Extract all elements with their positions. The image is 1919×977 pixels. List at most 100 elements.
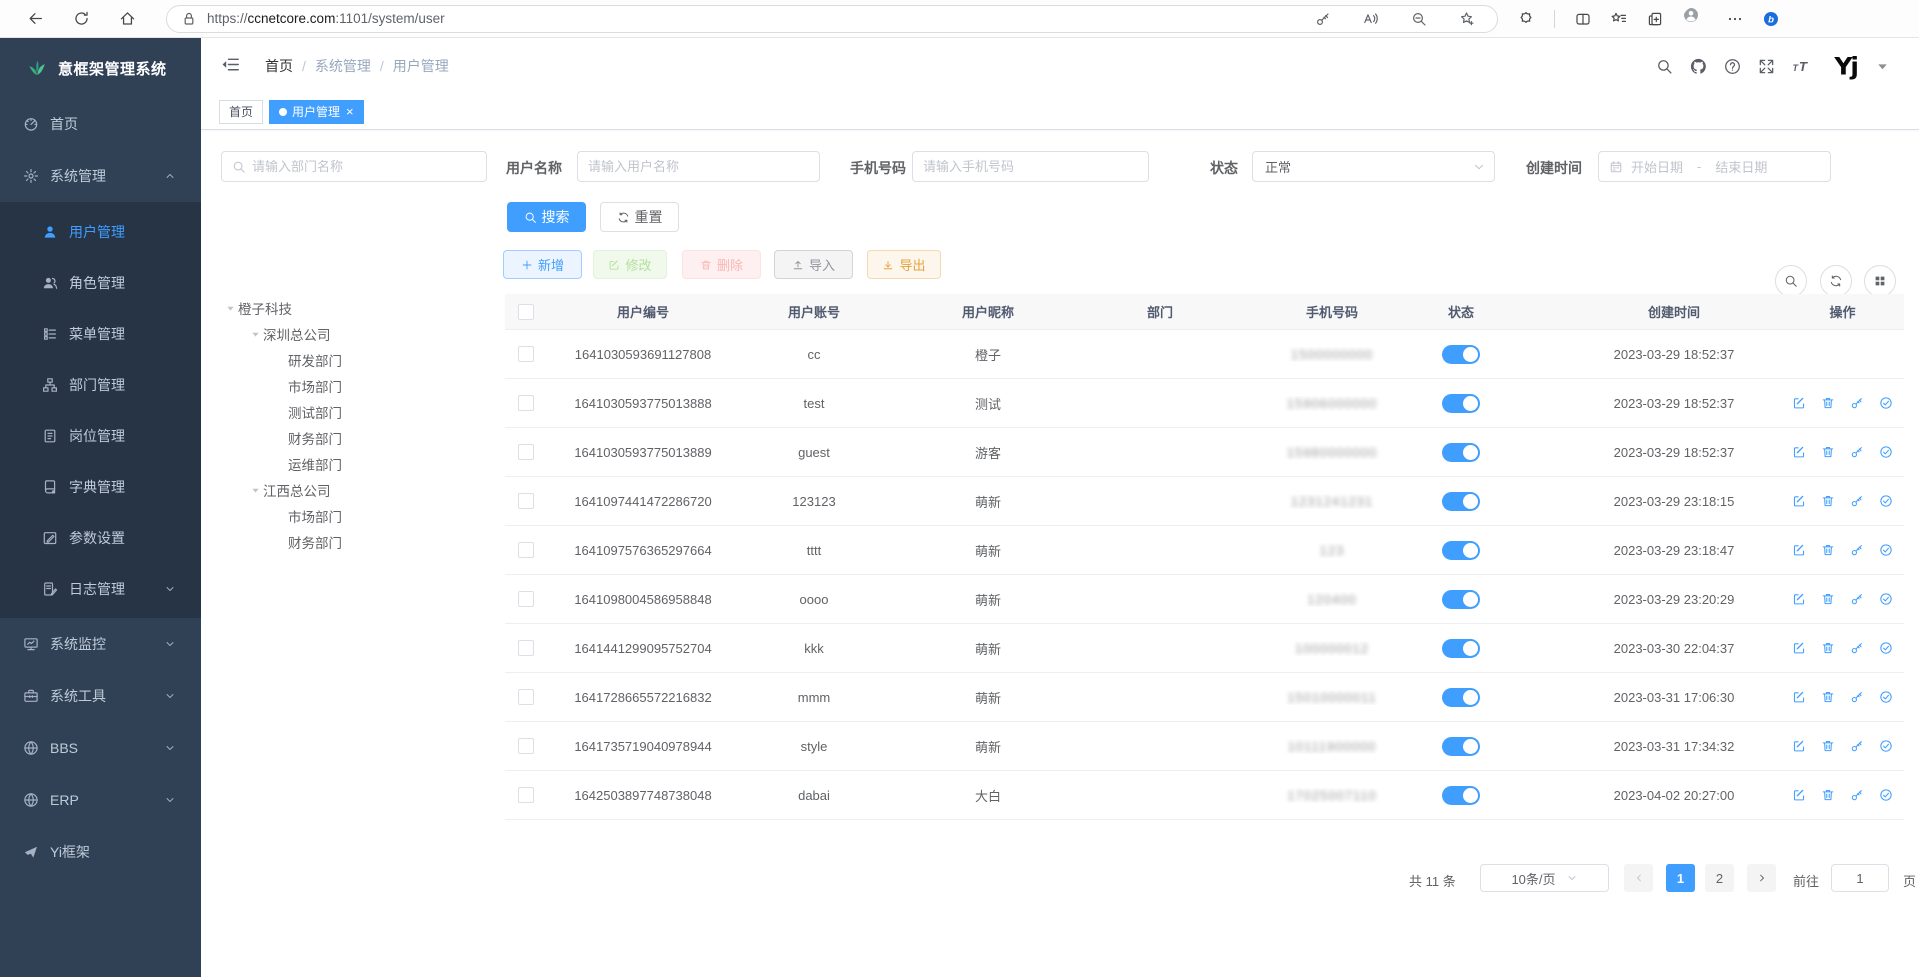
status-toggle[interactable]: [1442, 737, 1480, 756]
sidebar-item-4[interactable]: BBS: [0, 722, 201, 774]
row-assign-role-icon[interactable]: [1879, 494, 1893, 508]
toggle-search-button[interactable]: [1775, 265, 1807, 297]
tree-node-市场部门[interactable]: 市场部门: [215, 503, 495, 529]
status-toggle[interactable]: [1442, 688, 1480, 707]
search-button[interactable]: 搜索: [507, 202, 586, 232]
row-assign-role-icon[interactable]: [1879, 739, 1893, 753]
row-checkbox[interactable]: [518, 640, 534, 656]
browser-menu-icon[interactable]: [1727, 11, 1743, 27]
password-icon[interactable]: [1315, 11, 1331, 27]
read-aloud-icon[interactable]: [1363, 11, 1379, 27]
sidebar-item-6[interactable]: Yi框架: [0, 826, 201, 878]
copilot-bing-icon[interactable]: b: [1763, 11, 1779, 27]
phone-field[interactable]: [913, 159, 1148, 174]
add-button[interactable]: 新增: [503, 250, 582, 279]
header-search-icon[interactable]: [1656, 58, 1673, 75]
sidebar-item-5[interactable]: ERP: [0, 774, 201, 826]
row-checkbox[interactable]: [518, 787, 534, 803]
select-all-checkbox[interactable]: [518, 304, 534, 320]
row-assign-role-icon[interactable]: [1879, 690, 1893, 704]
tree-node-江西总公司[interactable]: 江西总公司: [215, 477, 495, 503]
tree-node-市场部门[interactable]: 市场部门: [215, 373, 495, 399]
tree-expand-icon[interactable]: [247, 485, 263, 496]
tab-user-management[interactable]: 用户管理 ×: [269, 100, 364, 124]
row-checkbox[interactable]: [518, 591, 534, 607]
url-text[interactable]: https://ccnetcore.com:1101/system/user: [207, 11, 1315, 26]
sidebar-item-0[interactable]: 首页: [0, 98, 201, 150]
row-reset-password-icon[interactable]: [1850, 543, 1864, 557]
page-1-button[interactable]: 1: [1666, 864, 1695, 892]
next-page-button[interactable]: [1747, 864, 1776, 892]
phone-input[interactable]: [912, 151, 1149, 182]
column-settings-button[interactable]: [1864, 265, 1896, 297]
github-icon[interactable]: [1690, 58, 1707, 75]
status-toggle[interactable]: [1442, 394, 1480, 413]
sidebar-subitem-部门管理[interactable]: 部门管理: [0, 359, 201, 410]
sidebar-item-1[interactable]: 系统管理: [0, 150, 201, 202]
row-edit-icon[interactable]: [1792, 543, 1806, 557]
row-delete-icon[interactable]: [1821, 592, 1835, 606]
row-checkbox[interactable]: [518, 346, 534, 362]
row-assign-role-icon[interactable]: [1879, 396, 1893, 410]
sidebar-subitem-用户管理[interactable]: 用户管理: [0, 206, 201, 257]
tab-home[interactable]: 首页: [219, 100, 263, 124]
tree-node-测试部门[interactable]: 测试部门: [215, 399, 495, 425]
prev-page-button[interactable]: [1624, 864, 1653, 892]
browser-home-icon[interactable]: [113, 5, 141, 33]
row-edit-icon[interactable]: [1792, 396, 1806, 410]
username-input[interactable]: [577, 151, 820, 182]
browser-refresh-icon[interactable]: [67, 5, 95, 33]
delete-button[interactable]: 删除: [682, 250, 761, 279]
breadcrumb-home[interactable]: 首页: [265, 56, 293, 76]
font-size-icon[interactable]: TT: [1792, 58, 1809, 75]
status-toggle[interactable]: [1442, 492, 1480, 511]
tree-node-橙子科技[interactable]: 橙子科技: [215, 295, 495, 321]
collections-icon[interactable]: [1647, 11, 1663, 27]
sidebar-item-2[interactable]: 系统监控: [0, 618, 201, 670]
row-delete-icon[interactable]: [1821, 690, 1835, 704]
sidebar-subitem-日志管理[interactable]: 日志管理: [0, 563, 201, 614]
row-checkbox[interactable]: [518, 689, 534, 705]
avatar-caret-icon[interactable]: [1874, 58, 1891, 75]
browser-essentials-icon[interactable]: [1518, 11, 1534, 27]
tree-node-财务部门[interactable]: 财务部门: [215, 529, 495, 555]
status-toggle[interactable]: [1442, 345, 1480, 364]
user-avatar-logo[interactable]: Yj: [1834, 54, 1857, 78]
row-edit-icon[interactable]: [1792, 494, 1806, 508]
row-delete-icon[interactable]: [1821, 739, 1835, 753]
row-edit-icon[interactable]: [1792, 788, 1806, 802]
close-tab-icon[interactable]: ×: [346, 105, 354, 118]
breadcrumb-system[interactable]: 系统管理: [315, 56, 371, 76]
page-2-button[interactable]: 2: [1705, 864, 1734, 892]
split-screen-icon[interactable]: [1575, 11, 1591, 27]
row-checkbox[interactable]: [518, 738, 534, 754]
favorites-icon[interactable]: [1611, 11, 1627, 27]
row-delete-icon[interactable]: [1821, 788, 1835, 802]
row-delete-icon[interactable]: [1821, 641, 1835, 655]
row-edit-icon[interactable]: [1792, 641, 1806, 655]
import-button[interactable]: 导入: [774, 250, 853, 279]
status-toggle[interactable]: [1442, 786, 1480, 805]
dept-search-input[interactable]: [221, 151, 487, 182]
tree-expand-icon[interactable]: [222, 303, 238, 314]
add-favorite-icon[interactable]: [1459, 11, 1475, 27]
row-reset-password-icon[interactable]: [1850, 739, 1864, 753]
row-checkbox[interactable]: [518, 444, 534, 460]
sidebar-subitem-角色管理[interactable]: 角色管理: [0, 257, 201, 308]
tree-node-财务部门[interactable]: 财务部门: [215, 425, 495, 451]
edit-button[interactable]: 修改: [593, 250, 667, 279]
sidebar-subitem-菜单管理[interactable]: 菜单管理: [0, 308, 201, 359]
status-toggle[interactable]: [1442, 639, 1480, 658]
sidebar-subitem-岗位管理[interactable]: 岗位管理: [0, 410, 201, 461]
row-checkbox[interactable]: [518, 395, 534, 411]
status-toggle[interactable]: [1442, 443, 1480, 462]
help-icon[interactable]: [1724, 58, 1741, 75]
row-assign-role-icon[interactable]: [1879, 592, 1893, 606]
refresh-table-button[interactable]: [1820, 265, 1852, 297]
row-assign-role-icon[interactable]: [1879, 543, 1893, 557]
row-edit-icon[interactable]: [1792, 445, 1806, 459]
tree-node-运维部门[interactable]: 运维部门: [215, 451, 495, 477]
row-checkbox[interactable]: [518, 542, 534, 558]
row-edit-icon[interactable]: [1792, 739, 1806, 753]
browser-back-icon[interactable]: [21, 5, 49, 33]
